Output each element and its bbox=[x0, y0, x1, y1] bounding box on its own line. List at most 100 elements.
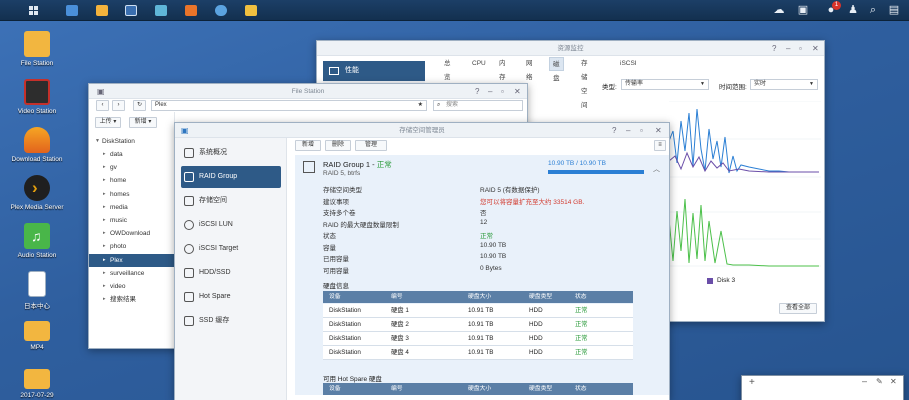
help-icon[interactable]: ? bbox=[475, 84, 479, 99]
time-range-select[interactable]: 实时 ▼ bbox=[750, 79, 818, 90]
table-row[interactable]: DiskStation 硬盘 2 10.91 TB HDD 正常 bbox=[323, 318, 633, 332]
tab-disk[interactable]: 磁盘 bbox=[549, 57, 564, 82]
sidebar-item[interactable]: iSCSI Target bbox=[181, 238, 281, 260]
path-text: Plex bbox=[155, 102, 167, 108]
pin-icon[interactable]: ✎ bbox=[876, 377, 883, 386]
desktop-icon-video-station[interactable]: Video Station bbox=[4, 79, 70, 115]
minimize-icon[interactable]: – bbox=[786, 41, 790, 56]
tab-volume[interactable]: 存储空间 bbox=[578, 57, 591, 109]
new-button[interactable]: 新增 ▾ bbox=[129, 117, 157, 128]
upload-button[interactable]: 上传 ▾ bbox=[95, 117, 121, 128]
minimize-icon[interactable]: – bbox=[626, 123, 630, 138]
tab-iscsi[interactable]: iSCSI bbox=[617, 57, 640, 71]
close-icon[interactable]: ✕ bbox=[890, 377, 897, 386]
sidebar-item-label: RAID Group bbox=[199, 173, 238, 180]
notification-people-icon[interactable]: ☁ bbox=[772, 3, 786, 17]
caret-right-icon: ▸ bbox=[103, 164, 106, 171]
minimize-icon[interactable]: – bbox=[862, 376, 867, 386]
desktop-icon-plex[interactable]: › Plex Media Server bbox=[4, 175, 70, 211]
tab-memory[interactable]: 内存 bbox=[496, 57, 509, 81]
sidebar-item[interactable]: SSD 缓存 bbox=[181, 310, 281, 332]
table-row[interactable]: DiskStation 硬盘 1 10.91 TB HDD 正常 bbox=[323, 304, 633, 318]
taskbar-app-package-icon[interactable] bbox=[62, 2, 82, 19]
taskbar-storage-icon[interactable] bbox=[241, 2, 261, 19]
desktop-icon-date-folder[interactable]: 2017-07-29 bbox=[4, 366, 70, 399]
desktop-icon-log-center[interactable]: 日本中心 bbox=[4, 271, 70, 310]
notification-bell-icon[interactable]: ● 1 bbox=[824, 1, 841, 17]
chart-icon bbox=[329, 67, 339, 75]
tree-folder-item[interactable]: ▸ homes bbox=[89, 188, 175, 201]
chat-icon[interactable]: ▣ bbox=[796, 3, 810, 17]
table-row[interactable]: DiskStation 硬盘 4 10.91 TB HDD 正常 bbox=[323, 346, 633, 360]
window-title: 存储空间管理员 bbox=[175, 123, 669, 138]
caret-down-icon: ▼ bbox=[95, 138, 100, 144]
tree-folder-item[interactable]: ▸ gv bbox=[89, 161, 175, 174]
search-icon[interactable]: ⌕ bbox=[866, 3, 880, 17]
widgets-icon[interactable]: ▤ bbox=[887, 3, 901, 17]
tree-folder-item[interactable]: ▸ surveillance bbox=[89, 267, 175, 280]
tree-folder-item[interactable]: ▸ home bbox=[89, 174, 175, 187]
favorite-star-icon[interactable]: ★ bbox=[418, 101, 423, 110]
close-icon[interactable]: ✕ bbox=[514, 84, 521, 99]
taskbar-cloud-icon[interactable] bbox=[211, 2, 231, 19]
maximize-icon[interactable]: ▫ bbox=[501, 84, 504, 99]
taskbar-file-station-icon[interactable] bbox=[92, 2, 112, 19]
collapse-chevron-icon[interactable]: ︿ bbox=[653, 164, 660, 174]
table-cell: 10.91 TB bbox=[468, 349, 494, 356]
close-icon[interactable]: ✕ bbox=[812, 41, 819, 56]
manage-button[interactable]: 管理 bbox=[355, 140, 387, 151]
taskbar-download-icon[interactable] bbox=[181, 2, 201, 19]
path-bar[interactable]: Plex ★ bbox=[151, 100, 427, 111]
minimize-icon[interactable]: – bbox=[488, 84, 492, 99]
add-widget-icon[interactable]: + bbox=[749, 377, 755, 388]
sidebar-item[interactable]: iSCSI LUN bbox=[181, 214, 281, 236]
user-icon[interactable]: ♟ bbox=[846, 3, 860, 17]
sidebar-item-label: SSD 缓存 bbox=[199, 317, 230, 324]
sidebar-item[interactable]: Hot Spare bbox=[181, 286, 281, 308]
refresh-button[interactable]: ↻ bbox=[133, 100, 146, 111]
chevron-down-icon: ▼ bbox=[809, 81, 814, 87]
desktop-icon-file-station[interactable]: File Station bbox=[4, 31, 70, 67]
maximize-icon[interactable]: ▫ bbox=[799, 41, 802, 56]
taskbar-resource-monitor-icon[interactable] bbox=[121, 2, 141, 19]
help-icon[interactable]: ? bbox=[612, 123, 616, 138]
tree-folder-item[interactable]: ▸ media bbox=[89, 201, 175, 214]
back-button[interactable]: ‹ bbox=[96, 100, 109, 111]
search-input[interactable]: ⌕ 搜索 bbox=[433, 100, 523, 111]
plex-chevron-icon: › bbox=[24, 175, 50, 201]
desktop-icon-label: Download Station bbox=[11, 156, 63, 163]
close-icon[interactable]: ✕ bbox=[655, 123, 662, 138]
tree-folder-item[interactable]: ▸ photo bbox=[89, 240, 175, 253]
tree-folder-item[interactable]: ▸ data bbox=[89, 148, 175, 161]
tree-folder-item[interactable]: ▸ Plex bbox=[89, 253, 175, 267]
remove-button[interactable]: 删除 bbox=[325, 140, 351, 151]
create-button[interactable]: 新增 bbox=[295, 140, 321, 151]
sidebar-item[interactable]: 存储空间 bbox=[181, 190, 281, 212]
tree-folder-item[interactable]: ▸ 搜索结果 bbox=[89, 293, 175, 306]
tab-network[interactable]: 网络 bbox=[523, 57, 536, 81]
desktop-icon-download-station[interactable]: Download Station bbox=[4, 127, 70, 163]
sidebar-item[interactable]: HDD/SSD bbox=[181, 262, 281, 284]
table-row[interactable]: DiskStation 硬盘 3 10.91 TB HDD 正常 bbox=[323, 332, 633, 346]
tree-folder-item[interactable]: ▸ video bbox=[89, 280, 175, 293]
main-menu-button[interactable] bbox=[24, 2, 44, 19]
sidebar-item[interactable]: RAID Group bbox=[181, 166, 281, 188]
view-all-button[interactable]: 查看全部 bbox=[779, 303, 817, 314]
property-value: 您可以将容量扩充至大约 33514 GB. bbox=[480, 198, 585, 206]
tree-root[interactable]: ▼ DiskStation bbox=[89, 135, 175, 148]
taskbar-photo-icon[interactable] bbox=[151, 2, 171, 19]
tab-overview[interactable]: 总览 bbox=[441, 57, 454, 81]
tab-cpu[interactable]: CPU bbox=[469, 57, 489, 71]
tree-folder-item[interactable]: ▸ music bbox=[89, 214, 175, 227]
maximize-icon[interactable]: ▫ bbox=[640, 123, 643, 138]
raid-usage-text: 10.90 TB / 10.90 TB bbox=[548, 160, 606, 167]
sidebar-item[interactable]: 系统概况 bbox=[181, 142, 281, 164]
desktop-icon-mp4-folder[interactable]: MP4 bbox=[4, 318, 70, 351]
desktop-icon-audio-station[interactable]: ♫ Audio Station bbox=[4, 223, 70, 259]
sidebar-item-performance[interactable]: 性能 bbox=[323, 61, 425, 81]
forward-button[interactable]: › bbox=[112, 100, 125, 111]
tree-folder-item[interactable]: ▸ OWDownload bbox=[89, 227, 175, 240]
list-view-icon[interactable]: ≡ bbox=[654, 140, 666, 151]
type-select[interactable]: 传输率 ▼ bbox=[621, 79, 709, 90]
help-icon[interactable]: ? bbox=[772, 41, 776, 56]
